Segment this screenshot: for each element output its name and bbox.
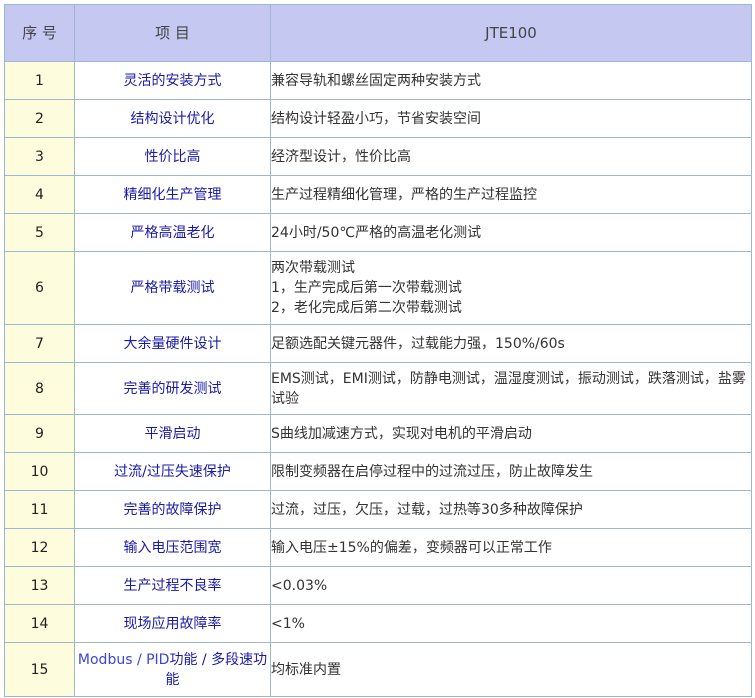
row-description: 均标准内置: [270, 642, 752, 697]
row-description: <0.03%: [270, 566, 752, 605]
table-row: 10 过流/过压失速保护 限制变频器在启停过程中的过流过压，防止故障发生: [4, 452, 752, 491]
table-row: 12 输入电压范围宽 输入电压±15%的偏差，变频器可以正常工作: [4, 528, 752, 567]
row-item-rest: 功能 / 多段速功能: [165, 651, 268, 688]
table-row: 15 Modbus / PID功能 / 多段速功能 均标准内置: [4, 642, 752, 697]
header-no: 序 号: [4, 4, 75, 62]
row-description: <1%: [270, 604, 752, 643]
row-item: 结构设计优化: [74, 99, 271, 138]
row-description: 兼容导轨和螺丝固定两种安装方式: [270, 61, 752, 100]
table-row: 4 精细化生产管理 生产过程精细化管理，严格的生产过程监控: [4, 175, 752, 214]
row-item: 完善的研发测试: [74, 362, 271, 415]
description-line: 2，老化完成后第二次带载测试: [271, 300, 462, 316]
header-item: 项 目: [74, 4, 271, 62]
row-item: 灵活的安装方式: [74, 61, 271, 100]
description-line: 两次带载测试: [271, 260, 355, 276]
table-row: 5 严格高温老化 24小时/50℃严格的高温老化测试: [4, 213, 752, 252]
row-description: 24小时/50℃严格的高温老化测试: [270, 213, 752, 252]
row-number: 15: [4, 642, 75, 697]
row-number: 12: [4, 528, 75, 567]
description-line: 1，生产完成后第一次带载测试: [271, 280, 462, 296]
row-item: 过流/过压失速保护: [74, 452, 271, 491]
row-number: 3: [4, 137, 75, 176]
row-description: 生产过程精细化管理，严格的生产过程监控: [270, 175, 752, 214]
header-model: JTE100: [270, 4, 752, 62]
row-item: 大余量硬件设计: [74, 324, 271, 363]
row-number: 6: [4, 251, 75, 325]
row-description: S曲线加减速方式，实现对电机的平滑启动: [270, 414, 752, 453]
row-number: 8: [4, 362, 75, 415]
table-row: 8 完善的研发测试 EMS测试，EMI测试，防静电测试，温湿度测试，振动测试，跌…: [4, 362, 752, 415]
row-item: 性价比高: [74, 137, 271, 176]
row-number: 5: [4, 213, 75, 252]
row-number: 11: [4, 490, 75, 529]
row-number: 10: [4, 452, 75, 491]
row-number: 14: [4, 604, 75, 643]
table-row: 1 灵活的安装方式 兼容导轨和螺丝固定两种安装方式: [4, 61, 752, 100]
row-item-accent: Modbus / PID: [77, 651, 170, 668]
row-number: 7: [4, 324, 75, 363]
table-row: 14 现场应用故障率 <1%: [4, 604, 752, 643]
table-row: 13 生产过程不良率 <0.03%: [4, 566, 752, 605]
row-item: 完善的故障保护: [74, 490, 271, 529]
row-item: 生产过程不良率: [74, 566, 271, 605]
row-item: 严格高温老化: [74, 213, 271, 252]
row-description: 足额选配关键元器件，过载能力强，150%/60s: [270, 324, 752, 363]
row-number: 2: [4, 99, 75, 138]
row-description: 两次带载测试 1，生产完成后第一次带载测试 2，老化完成后第二次带载测试: [270, 251, 752, 325]
table-row: 9 平滑启动 S曲线加减速方式，实现对电机的平滑启动: [4, 414, 752, 453]
row-description: EMS测试，EMI测试，防静电测试，温湿度测试，振动测试，跌落测试，盐雾试验: [270, 362, 752, 415]
table-row: 2 结构设计优化 结构设计轻盈小巧，节省安装空间: [4, 99, 752, 138]
table-row: 11 完善的故障保护 过流，过压，欠压，过载，过热等30多种故障保护: [4, 490, 752, 529]
row-description: 输入电压±15%的偏差，变频器可以正常工作: [270, 528, 752, 567]
row-number: 1: [4, 61, 75, 100]
table-row: 6 严格带载测试 两次带载测试 1，生产完成后第一次带载测试 2，老化完成后第二…: [4, 251, 752, 325]
row-number: 13: [4, 566, 75, 605]
row-description: 经济型设计，性价比高: [270, 137, 752, 176]
row-description: 限制变频器在启停过程中的过流过压，防止故障发生: [270, 452, 752, 491]
row-item: 平滑启动: [74, 414, 271, 453]
row-item: 严格带载测试: [74, 251, 271, 325]
row-description: 结构设计轻盈小巧，节省安装空间: [270, 99, 752, 138]
header-row: 序 号 项 目 JTE100: [4, 4, 752, 62]
table-row: 3 性价比高 经济型设计，性价比高: [4, 137, 752, 176]
row-item: 精细化生产管理: [74, 175, 271, 214]
row-item: Modbus / PID功能 / 多段速功能: [74, 642, 271, 697]
row-description: 过流，过压，欠压，过载，过热等30多种故障保护: [270, 490, 752, 529]
spec-table: 序 号 项 目 JTE100 1 灵活的安装方式 兼容导轨和螺丝固定两种安装方式…: [4, 4, 752, 697]
row-item: 现场应用故障率: [74, 604, 271, 643]
row-number: 9: [4, 414, 75, 453]
row-item: 输入电压范围宽: [74, 528, 271, 567]
table-row: 7 大余量硬件设计 足额选配关键元器件，过载能力强，150%/60s: [4, 324, 752, 363]
row-number: 4: [4, 175, 75, 214]
